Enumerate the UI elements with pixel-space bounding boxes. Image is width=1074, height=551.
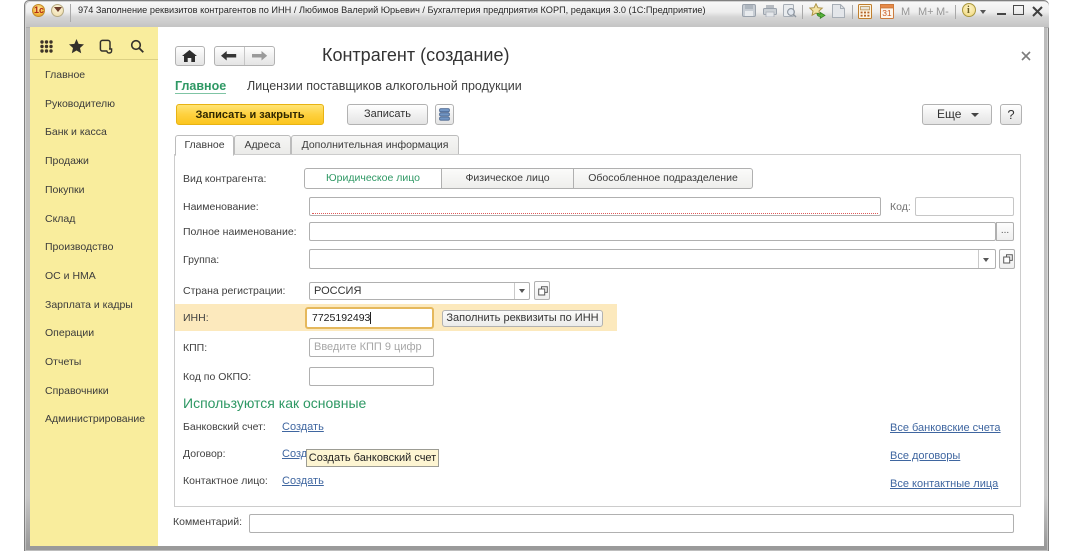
svg-text:31: 31 — [882, 8, 892, 18]
